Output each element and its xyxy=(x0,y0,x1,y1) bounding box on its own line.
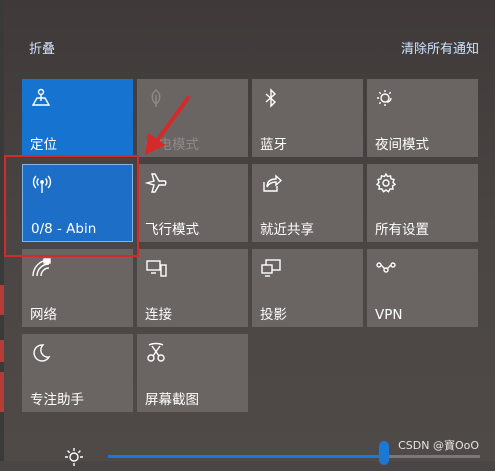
tile-nearby-share[interactable]: 就近共享 xyxy=(252,164,363,242)
tile-vpn[interactable]: VPN xyxy=(367,249,478,327)
brightness-slider-thumb[interactable] xyxy=(379,441,389,465)
tile-screen-snip[interactable]: 屏幕截图 xyxy=(137,334,248,412)
tile-project[interactable]: 投影 xyxy=(252,249,363,327)
tile-connect[interactable]: 连接 xyxy=(137,249,248,327)
tile-label: 专注助手 xyxy=(30,392,84,408)
focus-assist-icon xyxy=(30,342,52,364)
collapse-link[interactable]: 折叠 xyxy=(29,38,55,57)
tile-label: 定位 xyxy=(30,137,57,153)
tile-label: 0/8 - Abin xyxy=(31,221,97,237)
airplane-icon xyxy=(144,172,167,194)
tile-label: 夜间模式 xyxy=(375,137,429,153)
screen-snip-icon xyxy=(145,342,167,364)
tile-network[interactable]: 网络 xyxy=(22,249,133,327)
tile-label: 就近共享 xyxy=(260,222,314,238)
annotation-arrow-icon xyxy=(145,96,190,155)
settings-icon xyxy=(375,172,397,194)
brightness-slider-fill xyxy=(108,455,385,458)
hotspot-icon xyxy=(31,173,53,195)
tile-mobile-hotspot[interactable]: 0/8 - Abin xyxy=(22,164,133,242)
tile-label: 连接 xyxy=(145,307,172,323)
tile-all-settings[interactable]: 所有设置 xyxy=(367,164,478,242)
watermark: CSDN @寶OoO xyxy=(398,439,479,452)
tile-label: 网络 xyxy=(30,307,57,323)
nearby-share-icon xyxy=(260,172,283,194)
project-icon xyxy=(260,257,282,279)
tile-label: 屏幕截图 xyxy=(145,392,199,408)
tile-label: 投影 xyxy=(260,307,287,323)
night-light-icon xyxy=(375,87,397,109)
brightness-slider-track[interactable] xyxy=(385,455,480,458)
clear-all-notifications-link[interactable]: 清除所有通知 xyxy=(401,38,479,57)
location-icon xyxy=(30,87,52,109)
tile-location[interactable]: 定位 xyxy=(22,79,133,157)
tile-label: 所有设置 xyxy=(375,222,429,238)
tile-airplane-mode[interactable]: 飞行模式 xyxy=(137,164,248,242)
bluetooth-icon xyxy=(260,87,282,109)
network-icon xyxy=(30,257,52,279)
tile-label: 蓝牙 xyxy=(260,137,287,153)
connect-icon xyxy=(145,257,167,279)
brightness-icon xyxy=(62,443,86,467)
tile-focus-assist[interactable]: 专注助手 xyxy=(22,334,133,412)
tile-night-light[interactable]: 夜间模式 xyxy=(367,79,478,157)
tile-label: 飞行模式 xyxy=(145,222,199,238)
tile-bluetooth[interactable]: 蓝牙 xyxy=(252,79,363,157)
tile-label: VPN xyxy=(375,307,403,323)
vpn-icon xyxy=(375,257,397,279)
